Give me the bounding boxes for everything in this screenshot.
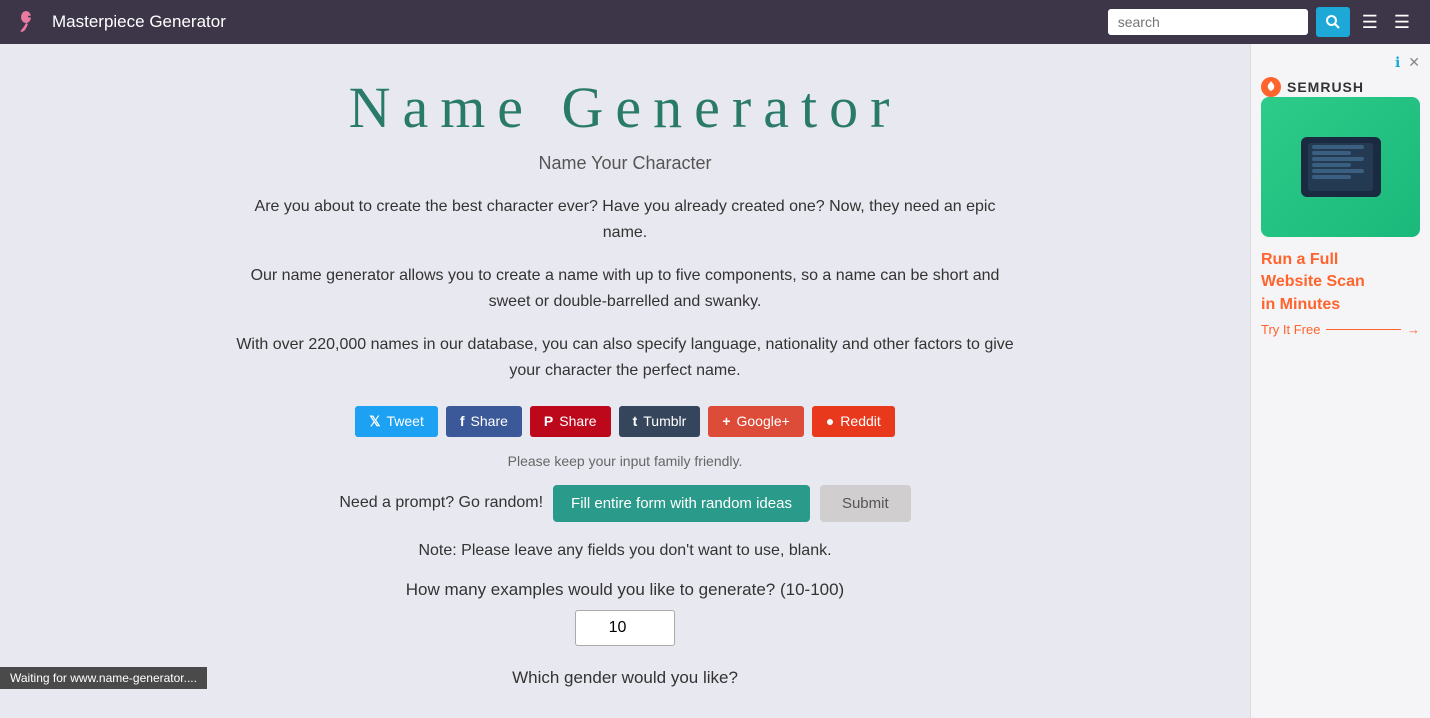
site-title: Masterpiece Generator	[52, 12, 226, 32]
description-1: Are you about to create the best charact…	[235, 194, 1015, 245]
semrush-flame-icon	[1264, 80, 1278, 94]
count-input[interactable]	[575, 610, 675, 646]
tweet-button[interactable]: 𝕏 Tweet	[355, 406, 438, 437]
semrush-brand-name: SEMRUSH	[1287, 79, 1364, 95]
ad-screen-line-6	[1312, 175, 1351, 179]
semrush-logo: SEMRUSH	[1261, 77, 1420, 97]
search-icon	[1325, 14, 1341, 30]
google-button[interactable]: + Google+	[708, 406, 804, 437]
header-left: Masterpiece Generator	[16, 9, 226, 35]
main-content: Name Generator Name Your Character Are y…	[0, 44, 1250, 718]
ad-close-icon[interactable]: ✕	[1408, 54, 1420, 71]
ad-screen-line-3	[1312, 157, 1364, 161]
status-text: Waiting for www.name-generator....	[10, 671, 197, 685]
tumblr-button[interactable]: t Tumblr	[619, 406, 701, 437]
reddit-button[interactable]: ● Reddit	[812, 406, 895, 437]
family-friendly-note: Please keep your input family friendly.	[40, 453, 1210, 469]
sort-icon[interactable]: ☰	[1358, 8, 1382, 37]
social-buttons-group: 𝕏 Tweet f Share P Share t Tumblr + Googl…	[40, 406, 1210, 437]
ad-control-bar: ℹ ✕	[1261, 54, 1420, 71]
tumblr-icon: t	[633, 413, 638, 429]
facebook-share-button[interactable]: f Share	[446, 406, 522, 437]
prompt-area: Need a prompt? Go random! Fill entire fo…	[40, 485, 1210, 522]
ad-screen-line-1	[1312, 145, 1364, 149]
facebook-icon: f	[460, 413, 465, 429]
description-2: Our name generator allows you to create …	[235, 263, 1015, 314]
ad-tagline: Run a Full Website Scan in Minutes	[1261, 249, 1420, 316]
header: Masterpiece Generator ☰ ☰	[0, 0, 1430, 44]
page-title: Name Generator	[40, 74, 1210, 141]
fill-random-button[interactable]: Fill entire form with random ideas	[553, 485, 810, 522]
pinterest-share-button[interactable]: P Share	[530, 406, 611, 437]
ad-screen-line-4	[1312, 163, 1351, 167]
status-bar: Waiting for www.name-generator....	[0, 667, 207, 689]
ad-screen-line-2	[1312, 151, 1351, 155]
search-input[interactable]	[1108, 9, 1308, 35]
description-3: With over 220,000 names in our database,…	[235, 332, 1015, 383]
header-right: ☰ ☰	[1108, 7, 1414, 37]
ad-image	[1261, 97, 1420, 237]
pinterest-icon: P	[544, 413, 553, 429]
semrush-brand-icon	[1261, 77, 1281, 97]
twitter-icon: 𝕏	[369, 413, 380, 430]
ad-cta-line	[1326, 329, 1401, 330]
gender-label: Which gender would you like?	[40, 668, 1210, 688]
submit-button[interactable]: Submit	[820, 485, 911, 522]
sidebar-ad: ℹ ✕ SEMRUSH	[1250, 44, 1430, 718]
google-icon: +	[722, 413, 730, 429]
page-layout: Name Generator Name Your Character Are y…	[0, 44, 1430, 718]
ad-cta-button[interactable]: Try It Free →	[1261, 322, 1420, 337]
prompt-text: Need a prompt? Go random!	[339, 494, 543, 512]
ad-arrow-icon: →	[1407, 322, 1420, 337]
search-button[interactable]	[1316, 7, 1350, 37]
ad-screen-line-5	[1312, 169, 1364, 173]
ad-monitor-screen	[1308, 143, 1373, 191]
count-label: How many examples would you like to gene…	[40, 580, 1210, 600]
flamingo-logo-icon	[16, 9, 42, 35]
ad-monitor-graphic	[1301, 137, 1381, 197]
page-subtitle: Name Your Character	[40, 153, 1210, 174]
reddit-icon: ●	[826, 413, 834, 429]
ad-info-icon[interactable]: ℹ	[1395, 54, 1400, 71]
blank-fields-note: Note: Please leave any fields you don't …	[40, 542, 1210, 560]
menu-icon[interactable]: ☰	[1390, 8, 1414, 37]
